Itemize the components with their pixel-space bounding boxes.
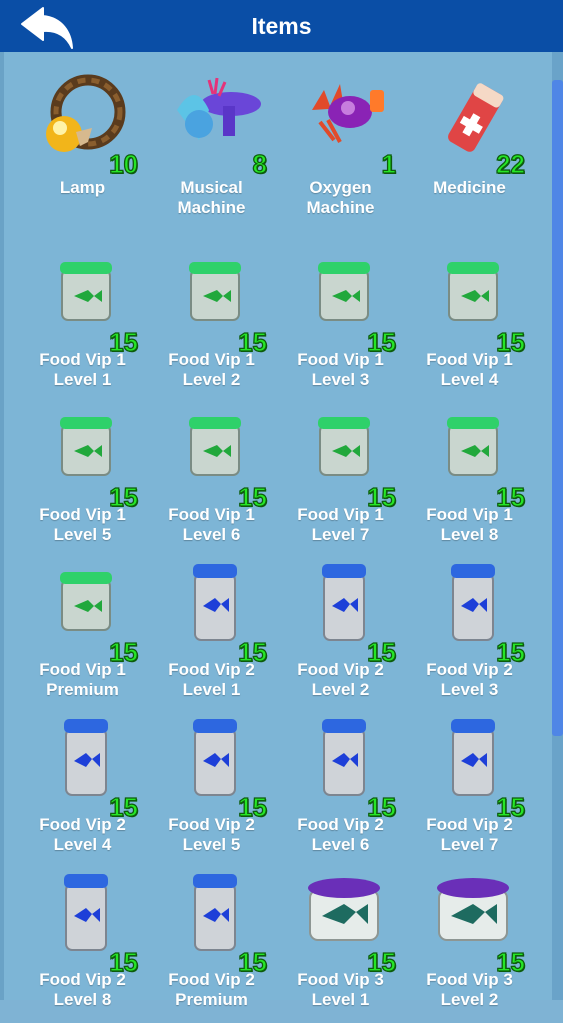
food-vip1-jar-icon: 15: [294, 403, 397, 513]
item-label: Food Vip 2 Level 5: [168, 815, 255, 854]
item-label: Musical Machine: [177, 178, 246, 217]
food-vip2-jar-icon: 15: [294, 713, 397, 823]
item-cell[interactable]: 15 Food Vip 1 Premium: [18, 558, 147, 713]
item-cell[interactable]: 15 Food Vip 1 Level 6: [147, 403, 276, 558]
item-label: Food Vip 2 Level 8: [39, 970, 126, 1009]
food-vip2-jar-icon: 15: [36, 868, 139, 978]
item-cell[interactable]: 15 Food Vip 1 Level 3: [276, 248, 405, 403]
item-cell[interactable]: 15 Food Vip 1 Level 8: [405, 403, 534, 558]
item-cell[interactable]: 15 Food Vip 2 Level 4: [18, 713, 147, 868]
item-label: Food Vip 2 Level 4: [39, 815, 126, 854]
food-vip2-jar-icon: 15: [165, 868, 268, 978]
food-vip1-jar-icon: 15: [423, 248, 526, 358]
item-label: Food Vip 1 Level 8: [426, 505, 513, 544]
food-vip2-jar-icon: 15: [36, 713, 139, 823]
item-count: 1: [381, 148, 397, 179]
item-cell[interactable]: 15 Food Vip 2 Level 1: [147, 558, 276, 713]
item-cell[interactable]: 15 Food Vip 1 Level 5: [18, 403, 147, 558]
item-label: Food Vip 1 Level 5: [39, 505, 126, 544]
item-cell[interactable]: 15 Food Vip 2 Level 5: [147, 713, 276, 868]
item-label: Oxygen Machine: [306, 178, 375, 217]
item-label: Food Vip 3 Level 2: [426, 970, 513, 1009]
item-label: Food Vip 1 Level 6: [168, 505, 255, 544]
item-label: Lamp: [59, 178, 106, 197]
item-label: Food Vip 2 Premium: [168, 970, 255, 1009]
item-count: 10: [108, 148, 138, 179]
back-button[interactable]: [18, 4, 76, 50]
food-vip2-jar-icon: 15: [423, 713, 526, 823]
item-cell[interactable]: 15 Food Vip 1 Level 2: [147, 248, 276, 403]
back-arrow-icon: [21, 7, 73, 49]
food-vip3-jar-icon: 15: [423, 868, 526, 978]
item-label: Food Vip 1 Level 3: [297, 350, 384, 389]
item-cell[interactable]: 8 Musical Machine: [147, 70, 276, 225]
item-cell[interactable]: 10 Lamp: [18, 70, 147, 225]
item-label: Medicine: [433, 178, 506, 197]
item-cell[interactable]: 22 Medicine: [405, 70, 534, 225]
food-vip1-jar-icon: 15: [165, 248, 268, 358]
item-label: Food Vip 1 Level 4: [426, 350, 513, 389]
item-cell[interactable]: 15 Food Vip 2 Level 2: [276, 558, 405, 713]
item-cell[interactable]: 1 Oxygen Machine: [276, 70, 405, 225]
food-vip1-jar-icon: 15: [36, 558, 139, 668]
item-label: Food Vip 2 Level 6: [297, 815, 384, 854]
item-cell[interactable]: 15 Food Vip 2 Level 6: [276, 713, 405, 868]
food-vip2-jar-icon: 15: [165, 713, 268, 823]
item-label: Food Vip 2 Level 1: [168, 660, 255, 699]
page-title: Items: [251, 12, 312, 39]
top-bar: Items: [0, 0, 563, 52]
medicine-icon: 22: [423, 70, 526, 180]
musical-machine-icon: 8: [165, 70, 268, 180]
scrollbar-thumb[interactable]: [552, 80, 563, 736]
food-vip2-jar-icon: 15: [423, 558, 526, 668]
food-vip1-jar-icon: 15: [423, 403, 526, 513]
food-vip1-jar-icon: 15: [36, 403, 139, 513]
item-label: Food Vip 2 Level 7: [426, 815, 513, 854]
item-count: 8: [252, 148, 268, 179]
food-vip1-jar-icon: 15: [36, 248, 139, 358]
oxygen-machine-icon: 1: [294, 70, 397, 180]
item-label: Food Vip 2 Level 3: [426, 660, 513, 699]
panel-edge: [0, 52, 4, 1000]
item-cell[interactable]: 15 Food Vip 1 Level 1: [18, 248, 147, 403]
food-vip3-jar-icon: 15: [294, 868, 397, 978]
item-cell[interactable]: 15 Food Vip 2 Level 3: [405, 558, 534, 713]
item-label: Food Vip 1 Level 2: [168, 350, 255, 389]
item-label: Food Vip 1 Level 7: [297, 505, 384, 544]
item-label: Food Vip 2 Level 2: [297, 660, 384, 699]
food-vip2-jar-icon: 15: [294, 558, 397, 668]
item-cell[interactable]: 15 Food Vip 1 Level 4: [405, 248, 534, 403]
item-cell[interactable]: 15 Food Vip 1 Level 7: [276, 403, 405, 558]
food-vip2-jar-icon: 15: [165, 558, 268, 668]
item-label: Food Vip 1 Premium: [39, 660, 126, 699]
food-vip1-jar-icon: 15: [294, 248, 397, 358]
item-cell[interactable]: 15 Food Vip 2 Level 7: [405, 713, 534, 868]
lamp-icon: 10: [36, 70, 139, 180]
item-label: Food Vip 1 Level 1: [39, 350, 126, 389]
food-vip1-jar-icon: 15: [165, 403, 268, 513]
item-count: 22: [495, 148, 525, 179]
item-label: Food Vip 3 Level 1: [297, 970, 384, 1009]
